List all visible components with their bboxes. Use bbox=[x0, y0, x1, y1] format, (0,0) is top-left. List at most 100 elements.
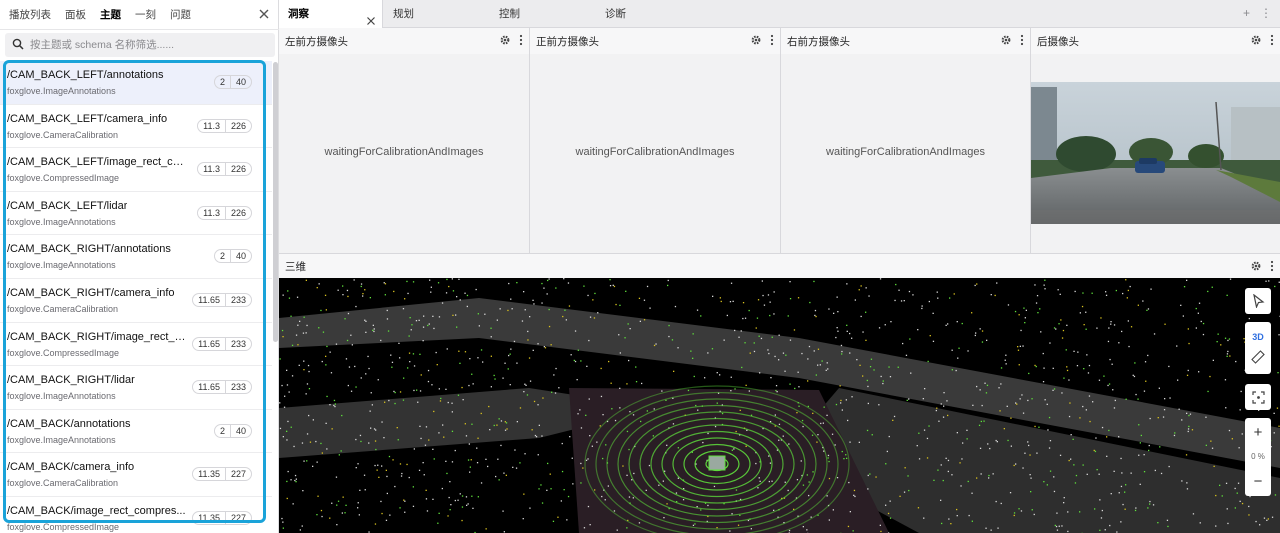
fit-view-button[interactable] bbox=[1245, 384, 1271, 410]
topic-stats-badge: 11.35 227 bbox=[192, 467, 252, 482]
tab-control[interactable]: 控制 bbox=[490, 0, 590, 28]
topic-hz: 11.65 bbox=[198, 382, 220, 393]
select-tool-button[interactable] bbox=[1245, 288, 1271, 314]
cursor-icon bbox=[1252, 294, 1265, 308]
topic-schema: foxglove.CameraCalibration bbox=[7, 478, 119, 489]
topic-stats-badge: 11.3 226 bbox=[197, 118, 252, 133]
topic-hz: 2 bbox=[219, 77, 225, 87]
sidebar-tab-playlist[interactable]: 播放列表 bbox=[9, 7, 51, 22]
sidebar-tab-panels[interactable]: 面板 bbox=[65, 7, 86, 22]
sidebar-tab-topics[interactable]: 主题 bbox=[100, 7, 121, 22]
topic-row[interactable]: /CAM_BACK_RIGHT/camera_info foxglove.Came… bbox=[0, 279, 272, 323]
topic-row[interactable]: /CAM_BACK/camera_info foxglove.CameraCali… bbox=[0, 453, 272, 497]
topic-count: 226 bbox=[224, 119, 251, 132]
3d-viewport[interactable]: 3D + 0 % − bbox=[279, 278, 1280, 533]
topic-schema: foxglove.CompressedImage bbox=[7, 173, 120, 184]
zoom-level: 0 % bbox=[1251, 452, 1265, 462]
topic-name: /CAM_BACK_RIGHT/annotations bbox=[7, 243, 171, 256]
topic-name: /CAM_BACK/annotations bbox=[7, 417, 131, 430]
topic-row[interactable]: /CAM_BACK_RIGHT/annotations foxglove.Imag… bbox=[0, 235, 272, 279]
sidebar-tab-issues[interactable]: 问题 bbox=[170, 7, 191, 22]
panel-status-message: waitingForCalibrationAndImages bbox=[575, 146, 735, 158]
topic-stats-badge: 2 40 bbox=[213, 75, 252, 89]
topic-hz: 11.65 bbox=[198, 338, 220, 349]
more-vertical-icon[interactable]: ⋮ bbox=[1260, 6, 1272, 20]
topic-row[interactable]: /CAM_BACK/annotations foxglove.ImageAnnot… bbox=[0, 410, 272, 454]
topic-row[interactable]: /CAM_BACK_LEFT/lidar foxglove.ImageAnnota… bbox=[0, 192, 272, 236]
topic-count: 233 bbox=[224, 337, 251, 350]
topic-stats-badge: 11.65 233 bbox=[192, 336, 252, 351]
topic-schema: foxglove.ImageAnnotations bbox=[7, 391, 116, 402]
more-vertical-icon[interactable] bbox=[1270, 34, 1274, 49]
scrollbar[interactable] bbox=[273, 62, 278, 342]
gear-icon[interactable] bbox=[750, 34, 762, 49]
search-icon bbox=[12, 38, 24, 53]
zoom-controls: + 0 % − bbox=[1245, 418, 1271, 496]
topic-row[interactable]: /CAM_BACK/image_rect_compres... foxglove.… bbox=[0, 497, 272, 533]
tab-label: 洞察 bbox=[288, 8, 309, 20]
topic-search[interactable] bbox=[5, 33, 275, 57]
topic-hz: 2 bbox=[219, 251, 225, 262]
more-vertical-icon[interactable] bbox=[1020, 34, 1024, 49]
more-vertical-icon[interactable] bbox=[770, 34, 774, 49]
panel-title: 左前方摄像头 bbox=[285, 35, 348, 48]
gear-icon[interactable] bbox=[1250, 260, 1262, 275]
topic-name: /CAM_BACK_RIGHT/image_rect_c... bbox=[7, 330, 187, 343]
search-input[interactable] bbox=[30, 39, 260, 51]
sidebar-tab-moments[interactable]: 一刻 bbox=[135, 7, 156, 22]
panel-title: 右前方摄像头 bbox=[787, 35, 850, 48]
gear-icon[interactable] bbox=[499, 34, 511, 49]
topic-row[interactable]: /CAM_BACK_LEFT/camera_info foxglove.Camer… bbox=[0, 105, 272, 149]
topic-schema: foxglove.CameraCalibration bbox=[7, 129, 119, 140]
tab-diagnostics[interactable]: 诊断 bbox=[596, 0, 696, 28]
panel-status-message: waitingForCalibrationAndImages bbox=[826, 146, 985, 158]
panel-title: 三维 bbox=[285, 260, 306, 273]
topic-list: /CAM_BACK_LEFT/annotations foxglove.Image… bbox=[0, 61, 272, 533]
tabbar-actions: + ⋮ bbox=[1243, 6, 1272, 20]
topic-stats-badge: 2 40 bbox=[213, 423, 252, 438]
topic-hz: 2 bbox=[219, 425, 225, 436]
topic-hz: 11.3 bbox=[203, 164, 220, 175]
ruler-icon[interactable] bbox=[1251, 350, 1265, 364]
more-vertical-icon[interactable] bbox=[519, 34, 523, 49]
topic-count: 227 bbox=[224, 468, 251, 481]
topic-stats-badge: 11.3 226 bbox=[197, 205, 252, 220]
topic-stats-badge: 11.35 227 bbox=[192, 510, 252, 525]
zoom-in-icon[interactable]: + bbox=[1254, 424, 1263, 441]
topic-schema: foxglove.ImageAnnotations bbox=[7, 86, 116, 96]
close-icon[interactable] bbox=[366, 9, 376, 25]
topic-schema: foxglove.ImageAnnotations bbox=[7, 434, 116, 445]
panel-header: 正前方摄像头 bbox=[530, 28, 780, 54]
lidar-pointcloud bbox=[279, 278, 1280, 533]
app-root: 播放列表 面板 主题 一刻 问题 /CAM_BACK_LEFT/annotati… bbox=[0, 0, 1280, 533]
topic-count: 227 bbox=[224, 511, 251, 524]
workspace-tabbar: 洞察 规划 控制 诊断 + ⋮ bbox=[279, 0, 1280, 28]
topic-row[interactable]: /CAM_BACK_RIGHT/lidar foxglove.ImageAnnot… bbox=[0, 366, 272, 410]
gear-icon[interactable] bbox=[1250, 34, 1262, 49]
topic-name: /CAM_BACK_LEFT/lidar bbox=[7, 199, 128, 212]
topic-row[interactable]: /CAM_BACK_RIGHT/image_rect_c... foxglove.… bbox=[0, 323, 272, 367]
topic-count: 226 bbox=[224, 206, 251, 219]
panel-cam-left: 左前方摄像头 waitingForCalibrationAndImages bbox=[279, 28, 530, 253]
plus-icon[interactable]: + bbox=[1243, 6, 1250, 20]
zoom-out-icon[interactable]: − bbox=[1254, 473, 1263, 490]
topic-count: 40 bbox=[229, 250, 251, 263]
topic-row[interactable]: /CAM_BACK_LEFT/image_rect_com... foxglove… bbox=[0, 148, 272, 192]
topic-stats-badge: 11.65 233 bbox=[192, 380, 252, 395]
topic-name: /CAM_BACK/image_rect_compres... bbox=[7, 504, 186, 517]
gear-icon[interactable] bbox=[1000, 34, 1012, 49]
tab-planning[interactable]: 规划 bbox=[384, 0, 484, 28]
panel-header: 左前方摄像头 bbox=[279, 28, 529, 54]
panel-status-message: waitingForCalibrationAndImages bbox=[324, 146, 484, 158]
close-icon[interactable] bbox=[257, 7, 271, 21]
topic-schema: foxglove.CompressedImage bbox=[7, 347, 120, 358]
topic-hz: 11.35 bbox=[198, 469, 220, 480]
3d-mode-toggle[interactable]: 3D bbox=[1252, 332, 1264, 342]
tab-insight[interactable]: 洞察 bbox=[279, 0, 383, 28]
more-vertical-icon[interactable] bbox=[1270, 260, 1274, 275]
topic-row[interactable]: /CAM_BACK_LEFT/annotations foxglove.Image… bbox=[0, 61, 272, 105]
topic-schema: foxglove.CompressedImage bbox=[7, 521, 120, 532]
topic-name: /CAM_BACK/camera_info bbox=[7, 461, 135, 474]
topic-count: 40 bbox=[229, 424, 251, 437]
sidebar-tabs: 播放列表 面板 主题 一刻 问题 bbox=[0, 0, 279, 30]
